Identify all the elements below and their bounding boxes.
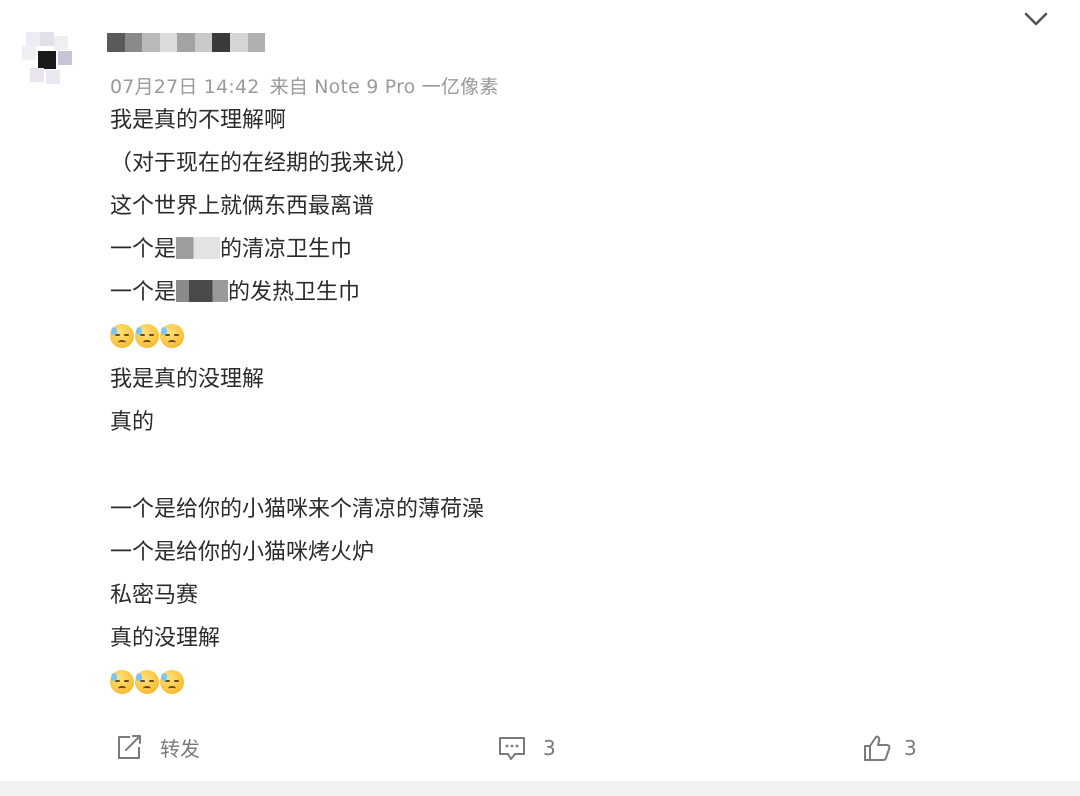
like-count: 3 — [904, 736, 917, 760]
post-line: 我是真的不理解啊 — [110, 108, 287, 133]
post-line: 私密马赛 — [110, 583, 199, 608]
line-prefix: 一个是 — [110, 237, 177, 262]
brand-redacted — [176, 280, 229, 302]
post-meta: 07月27日 14:42 来自 Note 9 Pro 一亿像素 — [110, 72, 499, 99]
comment-button[interactable]: 3 — [497, 734, 556, 762]
brand-redacted — [176, 237, 221, 259]
post-line: （对于现在的在经期的我来说） — [110, 151, 419, 176]
repost-label: 转发 — [160, 736, 200, 761]
post-time: 07月27日 14:42 — [110, 76, 260, 98]
chevron-down-icon[interactable] — [1022, 8, 1050, 30]
sweat-smile-emoji — [110, 670, 134, 694]
line-suffix: 的发热卫生巾 — [228, 280, 361, 305]
section-divider — [0, 781, 1080, 796]
post-source: 来自 Note 9 Pro 一亿像素 — [269, 76, 499, 98]
like-button[interactable]: 3 — [862, 733, 917, 763]
username-redacted[interactable] — [107, 33, 266, 52]
repost-icon — [118, 735, 141, 759]
repost-button[interactable]: 转发 — [114, 732, 200, 762]
comment-count: 3 — [543, 736, 556, 760]
post-line: 一个是 的清凉卫生巾 — [110, 235, 352, 265]
sweat-smile-emoji — [110, 324, 134, 348]
post-line: 真的没理解 — [110, 626, 221, 651]
thumbs-up-icon — [864, 735, 891, 761]
avatar[interactable] — [8, 18, 80, 90]
emoji-row — [110, 324, 184, 348]
line-suffix: 的清凉卫生巾 — [220, 237, 353, 262]
post-line: 一个是给你的小猫咪来个清凉的薄荷澡 — [110, 497, 485, 522]
sweat-smile-emoji — [160, 324, 184, 348]
post-line: 真的 — [110, 410, 155, 435]
sweat-smile-emoji — [135, 670, 159, 694]
comment-icon — [499, 737, 525, 760]
post-line: 这个世界上就俩东西最离谱 — [110, 194, 375, 219]
post-line: 一个是给你的小猫咪烤火炉 — [110, 540, 375, 565]
sweat-smile-emoji — [135, 324, 159, 348]
line-prefix: 一个是 — [110, 280, 177, 305]
post-line: 一个是 的发热卫生巾 — [110, 278, 360, 308]
sweat-smile-emoji — [160, 670, 184, 694]
emoji-row — [110, 670, 184, 694]
post-line: 我是真的没理解 — [110, 367, 265, 392]
